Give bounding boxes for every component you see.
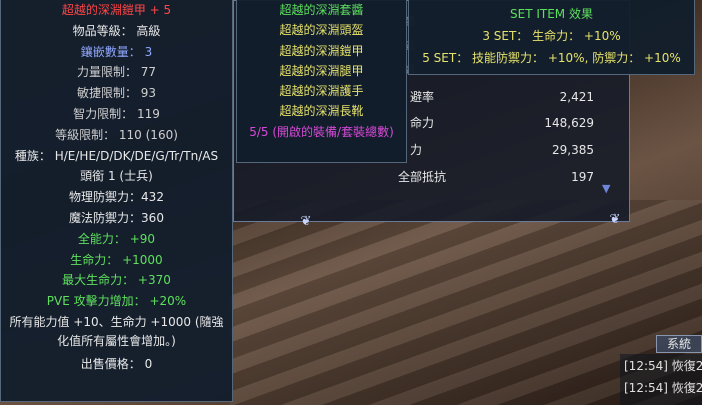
item-physical-defense: 物理防禦力：432 xyxy=(69,190,164,205)
stat-label: 避率 xyxy=(410,90,435,104)
set-items-panel: 超越的深淵套醬 超越的深淵頭盔 超越的深淵鎧甲 超越的深淵腿甲 超越的深淵護手 … xyxy=(236,0,407,163)
stat-row-evasion: 避率 2,421 xyxy=(410,87,594,107)
item-sell-price: 出售價格： 0 xyxy=(80,356,153,371)
set-name: 超越的深淵套醬 xyxy=(279,3,364,17)
item-all-stats-bonus: 全能力： +90 xyxy=(77,231,156,246)
set-effect-panel: SET ITEM 效果 3 SET： 生命力： +10% 5 SET： 技能防禦… xyxy=(408,0,695,75)
stat-value: 148,629 xyxy=(544,116,594,130)
chat-line: [12:54] 恢復2 xyxy=(624,381,702,395)
item-int-requirement: 智力限制： 119 xyxy=(73,106,160,121)
set-effect-3: 3 SET： 生命力： +10% xyxy=(482,29,621,43)
stat-row-all-resist: 全部抵抗 197 xyxy=(398,167,594,187)
window-ornament-icon: ❦ xyxy=(609,212,621,227)
stat-value: 29,385 xyxy=(552,143,594,157)
set-effect-5: 5 SET： 技能防禦力： +10%, 防禦力： +10% xyxy=(422,51,681,65)
item-race: 種族： H/E/HE/D/DK/DE/G/Tr/Tn/AS xyxy=(14,148,219,163)
item-name: 超越的深淵鎧甲 + 5 xyxy=(61,3,172,17)
stat-label: 力 xyxy=(410,143,423,157)
set-piece-armor: 超越的深淵鎧甲 xyxy=(279,43,364,58)
item-str-requirement: 力量限制： 77 xyxy=(76,65,157,80)
chat-tab-system[interactable]: 系統 xyxy=(656,335,702,353)
item-enhancement-note: 所有能力值 +10、生命力 +1000 (隨強化值所有屬性會增加。) xyxy=(9,314,224,348)
item-tooltip: 超越的深淵鎧甲 + 5 物品等級： 高級 鑲嵌數量： 3 力量限制： 77 敏捷… xyxy=(0,0,233,402)
stat-row-power: 力 29,385 xyxy=(410,140,594,160)
item-title-requirement: 頭銜 1 (士兵) xyxy=(80,169,153,184)
item-dex-requirement: 敏捷限制： 93 xyxy=(76,86,157,101)
set-piece-boots: 超越的深淵長靴 xyxy=(279,104,364,119)
item-level-requirement: 等級限制： 110 (160) xyxy=(55,127,178,142)
item-max-hp-bonus: 最大生命力： +370 xyxy=(62,273,171,288)
stat-label: 命力 xyxy=(410,116,435,130)
scroll-down-icon[interactable]: ▼ xyxy=(602,182,610,195)
item-sockets: 鑲嵌數量： 3 xyxy=(80,44,153,59)
item-grade: 物品等級： 高級 xyxy=(72,23,161,38)
window-ornament-icon: ❦ xyxy=(300,214,312,229)
stat-row-hp: 命力 148,629 xyxy=(410,113,594,133)
set-count: 5/5 (開啟的裝備/套裝總數) xyxy=(249,124,394,139)
stat-label: 全部抵抗 xyxy=(398,170,447,184)
set-effect-title: SET ITEM 效果 xyxy=(510,7,593,21)
item-pve-attack-bonus: PVE 攻擊力增加： +20% xyxy=(46,294,187,309)
set-piece-gloves: 超越的深淵護手 xyxy=(279,84,364,99)
stat-value: 197 xyxy=(571,170,594,184)
item-magic-defense: 魔法防禦力：360 xyxy=(69,210,164,225)
stat-value: 2,421 xyxy=(559,90,594,104)
set-piece-leggings: 超越的深淵腿甲 xyxy=(279,63,364,78)
item-hp-bonus: 生命力： +1000 xyxy=(70,252,163,267)
set-piece-helmet: 超越的深淵頭盔 xyxy=(279,23,364,38)
chat-line: [12:54] 恢復2 xyxy=(624,359,702,373)
